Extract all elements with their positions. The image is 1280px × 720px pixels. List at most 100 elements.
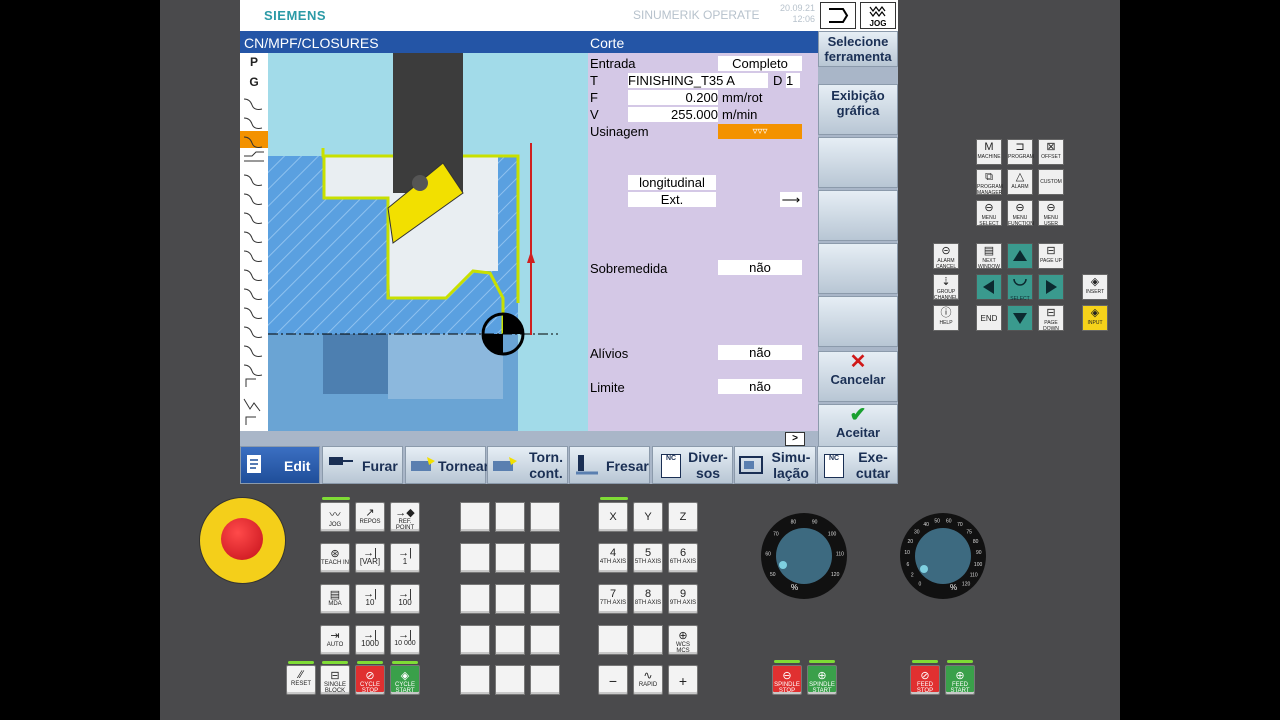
program-switch-button[interactable] (820, 2, 856, 29)
next-window-key[interactable]: ▤ NEXT WINDOW (976, 243, 1002, 270)
blank-key[interactable] (530, 543, 560, 573)
feed-override-dial[interactable]: 0 2 6 10 20 30 40 50 60 70 75 80 90 100 110 120 % (900, 513, 986, 599)
misc-softkey[interactable]: NC Diver- sos (652, 446, 733, 484)
select-tool-softkey[interactable]: Selecione ferramenta (818, 31, 898, 67)
mill-softkey[interactable]: Fresar (569, 446, 650, 484)
ref-point-key[interactable]: →◆ REF. POINT (390, 502, 420, 532)
program-key[interactable]: ⊐ PROGRAM (1007, 139, 1034, 165)
edit-softkey[interactable]: Edit (240, 446, 320, 484)
cycle-stop-key[interactable]: ⊘ CYCLE STOP (355, 665, 385, 695)
entrada-field[interactable]: Completo (718, 56, 802, 71)
spindle-start-key[interactable]: ⊕ SPINDLE START (807, 665, 837, 695)
softkey-vsk5[interactable] (818, 243, 898, 294)
alivios-select[interactable]: não (718, 345, 802, 360)
blank-key[interactable] (495, 625, 525, 655)
sobremedida-select[interactable]: não (718, 260, 802, 275)
insert-key[interactable]: ◈ INSERT (1082, 274, 1108, 300)
blank-key[interactable] (495, 502, 525, 532)
blank-key[interactable] (530, 584, 560, 614)
increment-10000-key[interactable]: →| 10 000 (390, 625, 420, 655)
program-manager-key[interactable]: ⧉ PROGRAM MANAGER (976, 169, 1003, 196)
minus-key[interactable]: − (598, 665, 628, 695)
cancel-softkey[interactable]: ✕ Cancelar (818, 351, 898, 402)
speed-field[interactable]: 255.000 (628, 107, 718, 122)
more-button[interactable]: > (785, 432, 805, 446)
turn-softkey[interactable]: Tornear (405, 446, 489, 484)
blank-key[interactable] (495, 665, 525, 695)
d-field[interactable]: 1 (786, 73, 800, 88)
increment-1000-key[interactable]: →| 1000 (355, 625, 385, 655)
blank-key[interactable] (633, 625, 663, 655)
strip-item-g[interactable]: G (242, 74, 266, 91)
blank-key[interactable] (495, 543, 525, 573)
cycle-start-key[interactable]: ◈ CYCLE START (390, 665, 420, 695)
simulation-softkey[interactable]: Simu- lação (734, 446, 816, 484)
contour-turn-softkey[interactable]: Torn. cont. (487, 446, 568, 484)
feed-start-key[interactable]: ⊕ FEED START (945, 665, 975, 695)
mda-key[interactable]: ▤ MDA (320, 584, 350, 614)
alarm-cancel-key[interactable]: ⊝ ALARM CANCEL (933, 243, 959, 270)
axis-y-key[interactable]: Y (633, 502, 663, 532)
axis-8-key[interactable]: 8 8TH AXIS (633, 584, 663, 614)
increment-10-key[interactable]: →| 10 (355, 584, 385, 614)
plus-key[interactable]: + (668, 665, 698, 695)
axis-9-key[interactable]: 9 9TH AXIS (668, 584, 698, 614)
graphic-view-softkey[interactable]: Exibição gráfica (818, 84, 898, 135)
single-block-key[interactable]: ⊟ SINGLE BLOCK (320, 665, 350, 695)
group-channel-key[interactable]: ⇣ GROUP CHANNEL (933, 274, 959, 301)
page-down-key[interactable]: ⊟ PAGE DOWN (1038, 305, 1064, 332)
menu-function-key[interactable]: ⊖ MENU FUNCTION (1007, 200, 1034, 227)
softkey-vsk3[interactable] (818, 137, 898, 188)
cursor-down-key[interactable] (1007, 305, 1033, 331)
blank-key[interactable] (495, 584, 525, 614)
step-icons[interactable] (240, 93, 268, 431)
softkey-vsk4[interactable] (818, 190, 898, 241)
limite-select[interactable]: não (718, 379, 802, 394)
menu-user-key[interactable]: ⊖ MENU USER (1038, 200, 1064, 227)
blank-key[interactable] (460, 584, 490, 614)
blank-key[interactable] (598, 625, 628, 655)
blank-key[interactable] (530, 665, 560, 695)
emergency-stop-button[interactable] (221, 518, 263, 560)
direction-select[interactable]: longitudinal (628, 175, 716, 190)
execute-softkey[interactable]: NC Exe- cutar (817, 446, 898, 484)
spindle-override-dial[interactable]: 50 60 70 80 90 100 110 120 % (761, 513, 847, 599)
direction-arrow-icon[interactable]: ⟶ (780, 192, 802, 207)
teach-in-key[interactable]: ⊛ TEACH IN (320, 543, 350, 573)
input-key[interactable]: ◈ INPUT (1082, 305, 1108, 331)
blank-key[interactable] (460, 502, 490, 532)
softkey-vsk6[interactable] (818, 296, 898, 347)
blank-key[interactable] (460, 625, 490, 655)
jog-key[interactable]: 〰 JOG (320, 502, 350, 532)
page-up-key[interactable]: ⊟ PAGE UP (1038, 243, 1064, 269)
blank-key[interactable] (530, 625, 560, 655)
blank-key[interactable] (530, 502, 560, 532)
cursor-up-key[interactable] (1007, 243, 1033, 269)
repos-key[interactable]: ↗ REPOS (355, 502, 385, 532)
strip-item-p[interactable]: P (242, 54, 266, 71)
feed-field[interactable]: 0.200 (628, 90, 718, 105)
offset-key[interactable]: ⊠ OFFSET (1038, 139, 1064, 165)
alarm-key[interactable]: △ ALARM (1007, 169, 1033, 195)
spindle-stop-key[interactable]: ⊖ SPINDLE STOP (772, 665, 802, 695)
machining-select[interactable]: ▿▿▿ (718, 124, 802, 139)
jog-mode-button[interactable]: JOG (860, 2, 896, 29)
drill-softkey[interactable]: Furar (322, 446, 403, 484)
axis-6-key[interactable]: 6 6TH AXIS (668, 543, 698, 573)
axis-5-key[interactable]: 5 5TH AXIS (633, 543, 663, 573)
axis-x-key[interactable]: X (598, 502, 628, 532)
increment-1-key[interactable]: →| 1 (390, 543, 420, 573)
var-increment-key[interactable]: →| [VAR] (355, 543, 385, 573)
axis-7-key[interactable]: 7 7TH AXIS (598, 584, 628, 614)
help-key[interactable]: ⓘ HELP (933, 305, 959, 331)
tool-field[interactable]: FINISHING_T35 A (628, 73, 768, 88)
cursor-left-key[interactable] (976, 274, 1002, 300)
cursor-right-key[interactable] (1038, 274, 1064, 300)
reset-key[interactable]: ∕∕ RESET (286, 665, 316, 695)
menu-select-key[interactable]: ⊖ MENU SELECT (976, 200, 1002, 227)
increment-100-key[interactable]: →| 100 (390, 584, 420, 614)
machine-key[interactable]: M MACHINE (976, 139, 1002, 165)
feed-stop-key[interactable]: ⊘ FEED STOP (910, 665, 940, 695)
rapid-key[interactable]: ∿ RAPID (633, 665, 663, 695)
auto-key[interactable]: ⇥ AUTO (320, 625, 350, 655)
